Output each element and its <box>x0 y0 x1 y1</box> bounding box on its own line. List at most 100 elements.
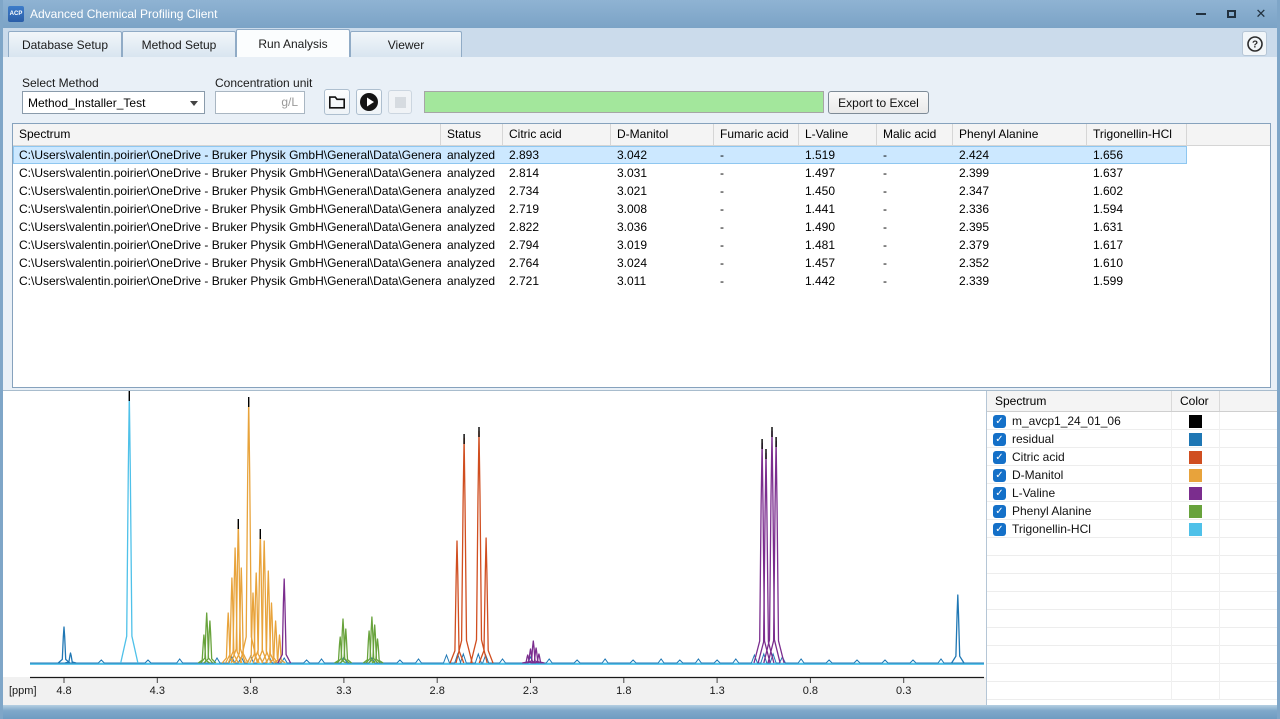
run-analysis-button[interactable] <box>356 89 382 115</box>
color-swatch <box>1189 505 1202 518</box>
spectrum-path-cell: C:\Users\valentin.poirier\OneDrive - Bru… <box>13 236 441 254</box>
maximize-button[interactable] <box>1223 6 1239 22</box>
legend-row[interactable]: ✓ m_avcp1_24_01_06 <box>987 412 1277 430</box>
value-cell: 2.734 <box>503 182 611 200</box>
value-cell: 1.481 <box>799 236 877 254</box>
legend-checkbox[interactable]: ✓ <box>993 415 1006 428</box>
open-folder-icon <box>328 94 346 110</box>
table-row[interactable]: C:\Users\valentin.poirier\OneDrive - Bru… <box>13 254 1270 272</box>
export-to-excel-button[interactable]: Export to Excel <box>828 91 929 114</box>
legend-column-spectrum: Spectrum <box>987 391 1172 411</box>
table-row[interactable]: C:\Users\valentin.poirier\OneDrive - Bru… <box>13 218 1270 236</box>
legend-color-cell <box>1172 574 1220 592</box>
close-button[interactable]: ✕ <box>1253 6 1269 22</box>
legend-color-cell <box>1172 610 1220 628</box>
column-header[interactable]: L-Valine <box>799 124 877 145</box>
table-row[interactable]: C:\Users\valentin.poirier\OneDrive - Bru… <box>13 272 1270 290</box>
table-row[interactable]: C:\Users\valentin.poirier\OneDrive - Bru… <box>13 146 1270 164</box>
table-row[interactable]: C:\Users\valentin.poirier\OneDrive - Bru… <box>13 182 1270 200</box>
legend-row[interactable]: ✓ Trigonellin-HCl <box>987 520 1277 538</box>
spectrum-path-cell: C:\Users\valentin.poirier\OneDrive - Bru… <box>13 146 441 164</box>
column-header[interactable]: Phenyl Alanine <box>953 124 1087 145</box>
tab-viewer[interactable]: Viewer <box>350 31 462 57</box>
value-cell: - <box>714 182 799 200</box>
legend-row <box>987 628 1277 646</box>
value-cell: 3.008 <box>611 200 714 218</box>
legend-checkbox[interactable]: ✓ <box>993 469 1006 482</box>
legend-color-cell <box>1172 430 1220 448</box>
value-cell: - <box>877 182 953 200</box>
minimize-icon <box>1196 13 1206 15</box>
legend-color-cell <box>1172 592 1220 610</box>
legend-checkbox[interactable]: ✓ <box>993 505 1006 518</box>
legend-filler-cell <box>1220 682 1276 700</box>
legend-label-cell <box>987 538 1172 556</box>
legend-label-cell <box>987 664 1172 682</box>
legend-row[interactable]: ✓ Citric acid <box>987 448 1277 466</box>
table-row[interactable]: C:\Users\valentin.poirier\OneDrive - Bru… <box>13 164 1270 182</box>
legend-row[interactable]: ✓ L-Valine <box>987 484 1277 502</box>
spectrum-path-cell: C:\Users\valentin.poirier\OneDrive - Bru… <box>13 164 441 182</box>
color-swatch <box>1189 523 1202 536</box>
table-row[interactable]: C:\Users\valentin.poirier\OneDrive - Bru… <box>13 236 1270 254</box>
legend-color-cell <box>1172 448 1220 466</box>
spectrum-path-cell: C:\Users\valentin.poirier\OneDrive - Bru… <box>13 254 441 272</box>
legend-checkbox[interactable]: ✓ <box>993 451 1006 464</box>
legend-label-cell <box>987 682 1172 700</box>
column-header[interactable]: Status <box>441 124 503 145</box>
svg-text:2.3: 2.3 <box>523 685 538 697</box>
column-header[interactable]: Malic acid <box>877 124 953 145</box>
legend-row[interactable]: ✓Phenyl Alanine <box>987 502 1277 520</box>
legend-label-cell <box>987 610 1172 628</box>
column-header[interactable]: Trigonellin-HCl <box>1087 124 1187 145</box>
concentration-unit-field[interactable]: g/L <box>215 91 305 114</box>
tab-method-setup[interactable]: Method Setup <box>122 31 236 57</box>
legend-row[interactable]: ✓D-Manitol <box>987 466 1277 484</box>
legend-checkbox[interactable]: ✓ <box>993 523 1006 536</box>
value-cell: - <box>714 218 799 236</box>
column-header[interactable]: Spectrum <box>13 124 441 145</box>
legend-color-cell <box>1172 556 1220 574</box>
legend-series-label: Trigonellin-HCl <box>1012 522 1091 536</box>
legend-checkbox[interactable]: ✓ <box>993 433 1006 446</box>
legend-series-label: m_avcp1_24_01_06 <box>1012 414 1121 428</box>
legend-checkbox[interactable]: ✓ <box>993 487 1006 500</box>
value-cell: - <box>877 236 953 254</box>
table-row[interactable]: C:\Users\valentin.poirier\OneDrive - Bru… <box>13 200 1270 218</box>
spectrum-plot[interactable]: 4.84.33.83.32.82.31.81.30.80.3[ppm] <box>3 391 986 706</box>
filler-cell <box>1187 182 1270 200</box>
legend-label-cell: ✓ m_avcp1_24_01_06 <box>987 412 1172 430</box>
legend-body: ✓m_avcp1_24_01_06✓residual✓Citric acid✓D… <box>987 412 1277 700</box>
minimize-button[interactable] <box>1193 6 1209 22</box>
tab-database-setup[interactable]: Database Setup <box>8 31 122 57</box>
column-header[interactable]: Citric acid <box>503 124 611 145</box>
filler-cell <box>1187 254 1270 272</box>
legend-series-label: Citric acid <box>1012 450 1065 464</box>
value-cell: - <box>714 236 799 254</box>
svg-text:4.3: 4.3 <box>150 685 165 697</box>
column-header[interactable]: D-Manitol <box>611 124 714 145</box>
legend-label-cell <box>987 592 1172 610</box>
legend-row <box>987 610 1277 628</box>
legend-row[interactable]: ✓residual <box>987 430 1277 448</box>
value-cell: - <box>714 164 799 182</box>
svg-text:1.8: 1.8 <box>616 685 631 697</box>
filler-cell <box>1187 218 1270 236</box>
column-header[interactable]: Fumaric acid <box>714 124 799 145</box>
tab-run-analysis[interactable]: Run Analysis <box>236 29 350 57</box>
svg-text:3.8: 3.8 <box>243 685 258 697</box>
open-folder-button[interactable] <box>324 89 350 115</box>
legend-color-cell <box>1172 646 1220 664</box>
help-button[interactable]: ? <box>1242 31 1267 56</box>
spectrum-path-cell: C:\Users\valentin.poirier\OneDrive - Bru… <box>13 218 441 236</box>
column-header[interactable] <box>1187 124 1270 145</box>
filler-cell <box>1187 272 1270 290</box>
app-window: ACP Advanced Chemical Profiling Client ✕… <box>0 0 1280 719</box>
legend-filler-cell <box>1220 574 1276 592</box>
stop-button[interactable] <box>388 90 412 114</box>
value-cell: 2.395 <box>953 218 1087 236</box>
method-select[interactable]: Method_Installer_Test <box>22 91 205 114</box>
legend-row <box>987 556 1277 574</box>
legend-series-label: L-Valine <box>1012 486 1055 500</box>
legend-label-cell: ✓residual <box>987 430 1172 448</box>
